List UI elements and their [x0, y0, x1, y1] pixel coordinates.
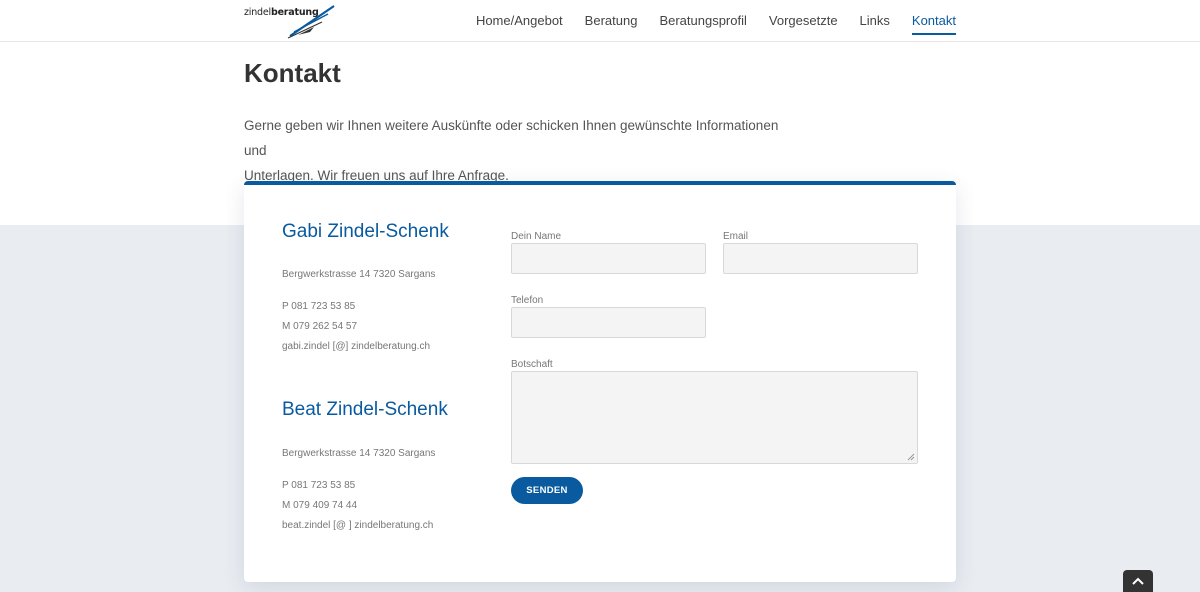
intro-line-1: Gerne geben wir Ihnen weitere Auskünfte …	[244, 118, 779, 158]
phone-label: Telefon	[511, 295, 544, 306]
contact-email: gabi.zindel [@] zindelberatung.ch	[282, 341, 431, 352]
contact-phone: P 081 723 53 85	[282, 480, 356, 491]
logo-swoosh-icon	[287, 5, 335, 39]
phone-input[interactable]	[511, 307, 706, 338]
nav-item-kontakt[interactable]: Kontakt	[911, 0, 957, 42]
contact-address: Bergwerkstrasse 14 7320 Sargans	[282, 448, 436, 459]
name-label: Dein Name	[511, 231, 562, 242]
name-input[interactable]	[511, 243, 706, 274]
resize-grip-icon[interactable]	[907, 453, 915, 461]
nav-item-beratungsprofil[interactable]: Beratungsprofil	[659, 0, 746, 42]
nav-item-home-angebot[interactable]: Home/Angebot	[476, 0, 563, 42]
nav-item-links[interactable]: Links	[860, 0, 890, 42]
scroll-top-button[interactable]	[1123, 570, 1153, 592]
contact-mobile: M 079 262 54 57	[282, 321, 358, 332]
email-input[interactable]	[723, 243, 918, 274]
nav-item-vorgesetzte[interactable]: Vorgesetzte	[769, 0, 838, 42]
main-nav: Home/Angebot Beratung Beratungsprofil Vo…	[454, 0, 957, 42]
message-label: Botschaft	[511, 359, 553, 370]
page-title: Kontakt	[244, 58, 341, 88]
message-textarea[interactable]	[511, 371, 918, 464]
contact-card: Gabi Zindel-Schenk Bergwerkstrasse 14 73…	[244, 181, 956, 582]
contact-mobile: M 079 409 74 44	[282, 500, 358, 511]
site-logo[interactable]: zindelberatung	[244, 2, 338, 39]
contact-name: Gabi Zindel-Schenk	[282, 221, 449, 242]
contact-address: Bergwerkstrasse 14 7320 Sargans	[282, 269, 436, 280]
nav-item-beratung[interactable]: Beratung	[585, 0, 638, 42]
chevron-up-icon	[1132, 577, 1144, 585]
email-label: Email	[723, 231, 749, 242]
contact-name: Beat Zindel-Schenk	[282, 399, 448, 420]
intro-text: Gerne geben wir Ihnen weitere Auskünfte …	[244, 113, 804, 188]
send-button[interactable]: SENDEN	[511, 477, 583, 504]
contact-phone: P 081 723 53 85	[282, 301, 356, 312]
contact-email: beat.zindel [@ ] zindelberatung.ch	[282, 520, 434, 531]
site-header: zindelberatung Home/Angebot Beratung Ber…	[0, 0, 1200, 42]
